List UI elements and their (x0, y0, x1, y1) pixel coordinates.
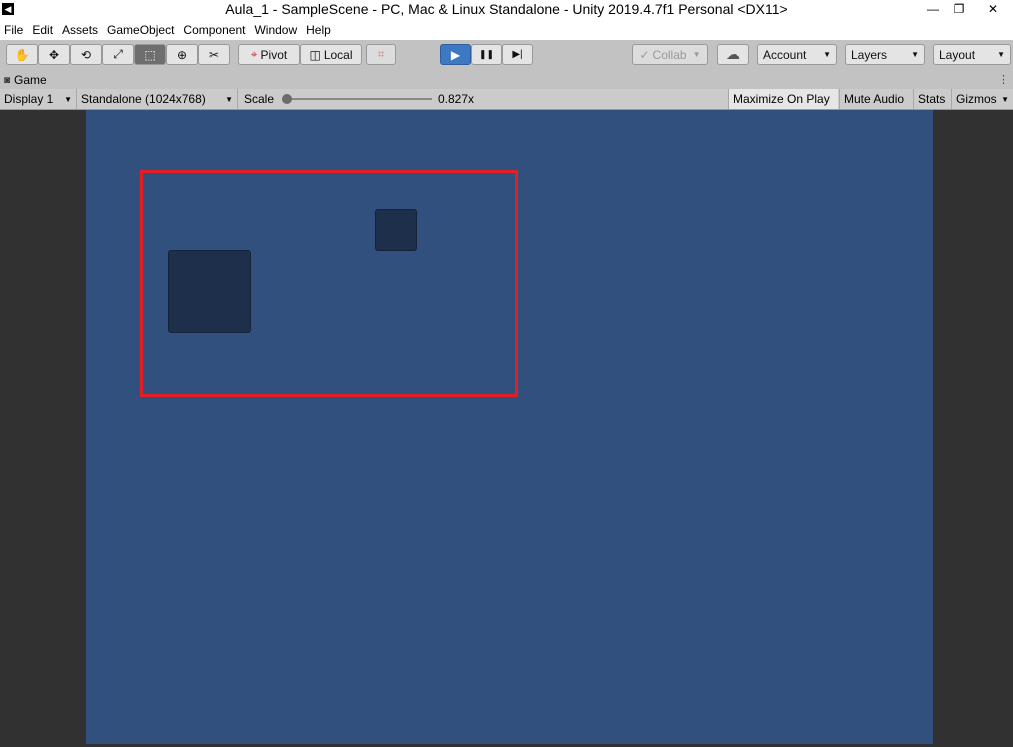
menu-gameobject[interactable]: GameObject (103, 20, 179, 40)
grid-snap-icon: ⌗ (377, 47, 385, 61)
transform-tool-button[interactable]: ⊕ (166, 44, 198, 65)
pause-icon: ❚❚ (478, 49, 495, 59)
rect-tool-button[interactable]: ⬚ (134, 44, 166, 65)
play-icon: ▶ (450, 47, 461, 62)
scale-icon: ⤢ (113, 47, 123, 61)
menu-file[interactable]: File (0, 20, 28, 40)
step-button[interactable]: ▶| (502, 44, 533, 65)
large-square-sprite (168, 250, 251, 333)
chevron-down-icon: ▼ (1001, 94, 1009, 104)
chevron-down-icon: ▼ (64, 94, 72, 104)
window-title: Aula_1 - SampleScene - PC, Mac & Linux S… (225, 1, 788, 17)
gizmos-label: Gizmos (956, 92, 997, 106)
local-toggle-button[interactable]: ◫ Local (300, 44, 362, 65)
collab-dropdown[interactable]: ✓ Collab ▼ (632, 44, 708, 65)
move-tool-button[interactable]: ✥ (38, 44, 70, 65)
scale-tool-button[interactable]: ⤢ (102, 44, 134, 65)
scale-slider-track[interactable] (286, 98, 432, 100)
game-view (0, 110, 1013, 747)
chevron-down-icon: ▼ (911, 50, 919, 59)
panel-menu-icon[interactable]: ⋮ (998, 73, 1009, 86)
display-label: Display 1 (4, 92, 54, 106)
resolution-label: Standalone (1024x768) (81, 92, 206, 106)
restore-button[interactable]: ❐ (944, 0, 974, 20)
resolution-dropdown[interactable]: Standalone (1024x768) ▼ (77, 89, 238, 109)
local-label: Local (323, 47, 353, 62)
menu-component[interactable]: Component (179, 20, 250, 40)
rect-tool-icon: ⬚ (144, 47, 156, 62)
small-square-sprite (375, 209, 417, 251)
menu-edit[interactable]: Edit (28, 20, 58, 40)
menu-assets[interactable]: Assets (58, 20, 103, 40)
tab-game[interactable]: ◙ Game (0, 71, 53, 89)
chevron-down-icon: ▼ (225, 94, 233, 104)
chevron-down-icon: ▼ (823, 50, 831, 59)
game-tab-bar: ◙ Game ⋮ (0, 71, 1013, 89)
hand-tool-button[interactable]: ✋ (6, 44, 38, 65)
chevron-down-icon: ▼ (692, 50, 701, 59)
pivot-toggle-button[interactable]: ⌖ Pivot (238, 44, 300, 65)
custom-tool-button[interactable]: ✂ (198, 44, 230, 65)
pivot-icon: ⌖ (250, 47, 258, 61)
grid-snap-button[interactable]: ⌗ (366, 44, 396, 65)
scale-value: 0.827x (438, 92, 475, 106)
custom-tool-icon: ✂ (208, 47, 220, 62)
layout-label: Layout (939, 47, 976, 62)
scale-slider-thumb[interactable] (282, 94, 292, 104)
transform-icon: ⊕ (176, 47, 188, 62)
maximize-on-play-toggle[interactable]: Maximize On Play (728, 89, 838, 109)
move-icon: ✥ (48, 47, 60, 62)
layout-dropdown[interactable]: Layout ▼ (933, 44, 1011, 65)
stats-toggle[interactable]: Stats (913, 89, 951, 109)
step-icon: ▶| (512, 49, 523, 60)
account-label: Account (763, 47, 807, 62)
play-button[interactable]: ▶ (440, 44, 471, 65)
main-toolbar: ✋ ✥ ⟲ ⤢ ⬚ ⊕ ✂ ⌖ Pivot ◫ Local ⌗ ▶ ❚❚ ▶| … (0, 40, 1013, 71)
display-dropdown[interactable]: Display 1 ▼ (0, 89, 77, 109)
collab-label: Collab (652, 47, 687, 62)
close-button[interactable]: ✕ (978, 0, 1008, 20)
title-bar: ◀ Aula_1 - SampleScene - PC, Mac & Linux… (0, 0, 1013, 20)
menu-window[interactable]: Window (250, 20, 302, 40)
gamepad-icon: ◙ (4, 74, 11, 86)
gizmos-dropdown[interactable]: Gizmos ▼ (951, 89, 1013, 109)
local-icon: ◫ (309, 47, 321, 62)
layers-dropdown[interactable]: Layers ▼ (845, 44, 925, 65)
menu-bar: File Edit Assets GameObject Component Wi… (0, 20, 1013, 40)
rotate-tool-button[interactable]: ⟲ (70, 44, 102, 65)
game-view-toolbar: Display 1 ▼ Standalone (1024x768) ▼ Scal… (0, 89, 1013, 110)
layers-label: Layers (851, 47, 888, 62)
cloud-icon: ☁ (726, 46, 740, 62)
scale-label: Scale (244, 92, 275, 106)
pause-button[interactable]: ❚❚ (471, 44, 502, 65)
account-dropdown[interactable]: Account ▼ (757, 44, 837, 65)
menu-help[interactable]: Help (302, 20, 336, 40)
hand-icon: ✋ (14, 47, 30, 62)
check-icon: ✓ (639, 47, 650, 62)
cloud-button[interactable]: ☁ (717, 44, 749, 65)
game-viewport[interactable] (86, 110, 933, 744)
rotate-icon: ⟲ (80, 47, 92, 62)
tab-game-label: Game (14, 73, 47, 87)
chevron-down-icon: ▼ (997, 50, 1005, 59)
mute-audio-toggle[interactable]: Mute Audio (839, 89, 913, 109)
pivot-label: Pivot (260, 47, 288, 62)
